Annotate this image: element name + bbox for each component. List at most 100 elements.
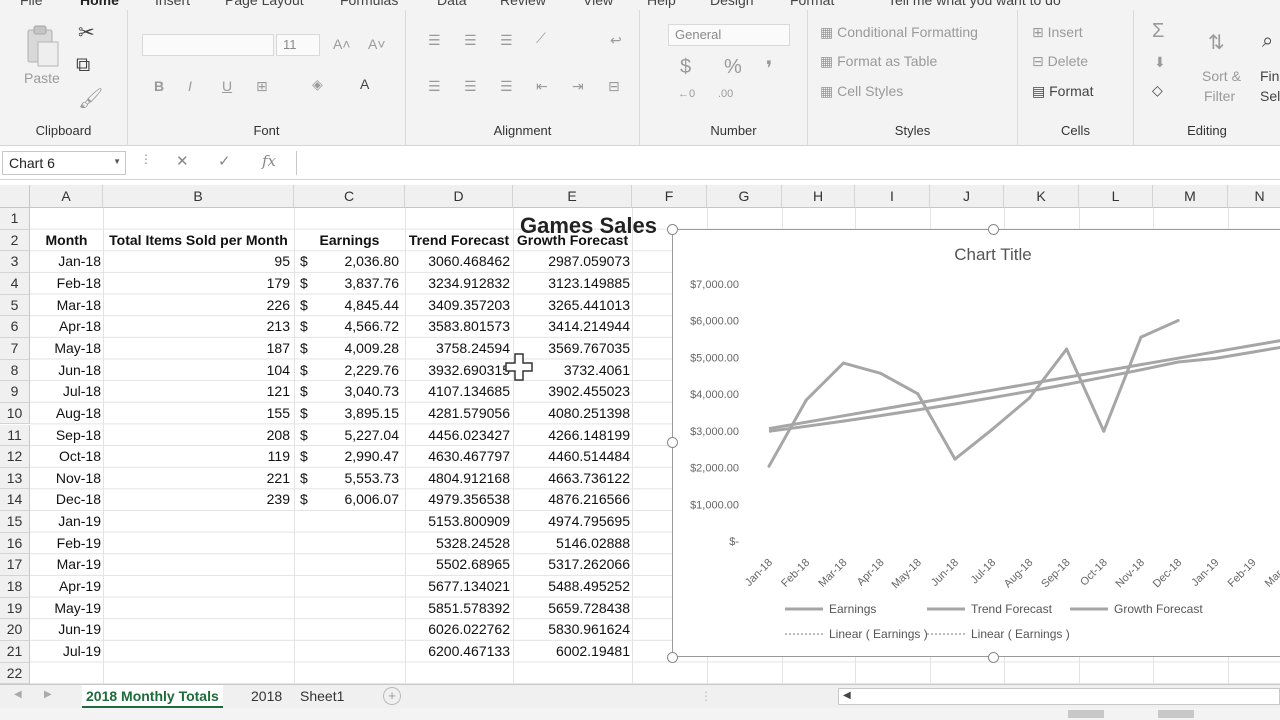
cell-month[interactable]: May-19 [30,600,101,616]
format-as-table-button[interactable]: ▦ Format as Table [820,53,937,70]
cell-trend[interactable]: 4630.467797 [405,448,510,464]
sort-filter-label-1[interactable]: Sort & [1202,68,1241,84]
align-bottom-icon[interactable]: ☰ [500,32,513,49]
decrease-font-icon[interactable]: A˅ [368,36,386,52]
column-header-j[interactable]: J [930,185,1004,208]
column-header-h[interactable]: H [782,185,855,208]
cell-trend[interactable]: 3060.468462 [405,253,510,269]
cell-month[interactable]: May-18 [30,340,101,356]
cell-currency[interactable]: $ [300,448,312,464]
cell-currency[interactable]: $ [300,275,312,291]
chart-resize-handle-bl[interactable] [667,652,678,663]
tab-file[interactable]: File [20,0,43,8]
currency-icon[interactable]: $ [680,56,691,79]
row-header-17[interactable]: 17 [0,554,30,577]
cell-growth[interactable]: 4974.795695 [513,513,630,529]
row-header-20[interactable]: 20 [0,619,30,641]
column-header-n[interactable]: N [1228,185,1280,208]
cell-month[interactable]: Feb-18 [30,275,101,291]
cell-trend[interactable]: 4107.134685 [405,383,510,399]
cell-items[interactable]: 119 [103,448,290,464]
column-header-c[interactable]: C [294,185,405,208]
cell-items[interactable]: 187 [103,340,290,356]
cell-currency[interactable]: $ [300,253,312,269]
row-header-1[interactable]: 1 [0,208,30,230]
row-header-15[interactable]: 15 [0,511,30,533]
cell-month[interactable]: Apr-19 [30,578,101,594]
page-view-button[interactable] [1158,710,1194,718]
merge-center-icon[interactable]: ⊟ [608,78,620,95]
cell-styles-button[interactable]: ▦ Cell Styles [820,83,903,100]
row-header-6[interactable]: 6 [0,316,30,338]
align-top-icon[interactable]: ☰ [428,32,441,49]
enter-icon[interactable]: ✓ [218,152,231,170]
tab-help[interactable]: Help [647,0,676,8]
chart-resize-handle-tl[interactable] [667,224,678,235]
header-month[interactable]: Month [30,232,103,248]
row-header-14[interactable]: 14 [0,489,30,512]
cell-trend[interactable]: 4979.356538 [405,491,510,507]
font-color-icon[interactable]: A [360,76,369,92]
cell-trend[interactable]: 5851.578392 [405,600,510,616]
cell-earnings[interactable]: 3,895.15 [312,405,400,421]
zoom-slider[interactable] [1068,710,1104,718]
font-name-combo[interactable] [142,34,274,56]
cell-month[interactable]: Aug-18 [30,405,101,421]
find-select-label-1[interactable]: Fin [1260,68,1279,84]
underline-button[interactable]: U [222,78,232,94]
column-header-g[interactable]: G [707,185,782,208]
cancel-icon[interactable]: ✕ [176,152,189,170]
cell-items[interactable]: 104 [103,362,290,378]
fill-color-icon[interactable]: ◈ [312,76,323,93]
cell-earnings[interactable]: 5,553.73 [312,470,400,486]
cell-trend[interactable]: 4456.023427 [405,427,510,443]
column-header-f[interactable]: F [632,185,707,208]
row-header-8[interactable]: 8 [0,359,30,382]
orientation-icon[interactable]: ⟋ [536,30,546,47]
tab-view[interactable]: View [583,0,613,8]
row-header-19[interactable]: 19 [0,597,30,620]
cell-currency[interactable]: $ [300,362,312,378]
tab-design[interactable]: Design [710,0,754,8]
sheet-tab-2018[interactable]: 2018 [247,685,286,708]
cell-month[interactable]: Apr-18 [30,318,101,334]
sheet-tab-2018-monthly-totals[interactable]: 2018 Monthly Totals [82,685,223,708]
copy-icon[interactable]: ⧉ [76,54,90,77]
cell-earnings[interactable]: 3,040.73 [312,383,400,399]
chart-resize-handle-bottom[interactable] [988,652,999,663]
column-header-e[interactable]: E [513,185,632,208]
cell-currency[interactable]: $ [300,297,312,313]
align-right-icon[interactable]: ☰ [500,78,513,95]
increase-decimal-icon[interactable]: ←0 [678,88,695,100]
scroll-left-icon[interactable]: ◀ [843,690,851,701]
cell-items[interactable]: 213 [103,318,290,334]
sheet-tab-sheet1[interactable]: Sheet1 [296,685,348,708]
column-header-d[interactable]: D [405,185,513,208]
cell-items[interactable]: 179 [103,275,290,291]
cell-growth[interactable]: 3414.214944 [513,318,630,334]
font-size-combo[interactable]: 11 [276,34,320,56]
cell-earnings[interactable]: 4,845.44 [312,297,400,313]
cell-trend[interactable]: 5328.24528 [405,535,510,551]
find-select-icon[interactable]: ⌕ [1262,30,1273,53]
increase-indent-icon[interactable]: ⇥ [572,78,584,95]
cell-earnings[interactable]: 3,837.76 [312,275,400,291]
cell-month[interactable]: Jan-19 [30,513,101,529]
header-items[interactable]: Total Items Sold per Month [103,232,294,248]
clear-icon[interactable]: ◇ [1152,82,1163,99]
autosum-icon[interactable]: Σ [1152,20,1164,43]
row-header-9[interactable]: 9 [0,381,30,403]
cell-month[interactable]: Mar-19 [30,556,101,572]
sort-filter-icon[interactable]: ⇅ [1208,30,1225,55]
row-header-5[interactable]: 5 [0,294,30,317]
cell-growth[interactable]: 4266.148199 [513,427,630,443]
cell-month[interactable]: Jun-19 [30,621,101,637]
cell-trend[interactable]: 5677.134021 [405,578,510,594]
cell-currency[interactable]: $ [300,427,312,443]
chart-6[interactable]: Chart Title $- $1,000.00 $2,000.00 $3,000.00… [672,229,1280,657]
column-header-b[interactable]: B [103,185,294,208]
cell-trend[interactable]: 3234.912832 [405,275,510,291]
delete-cells-button[interactable]: ⊟ Delete [1032,53,1088,70]
cell-trend[interactable]: 6200.467133 [405,643,510,659]
cell-items[interactable]: 239 [103,491,290,507]
